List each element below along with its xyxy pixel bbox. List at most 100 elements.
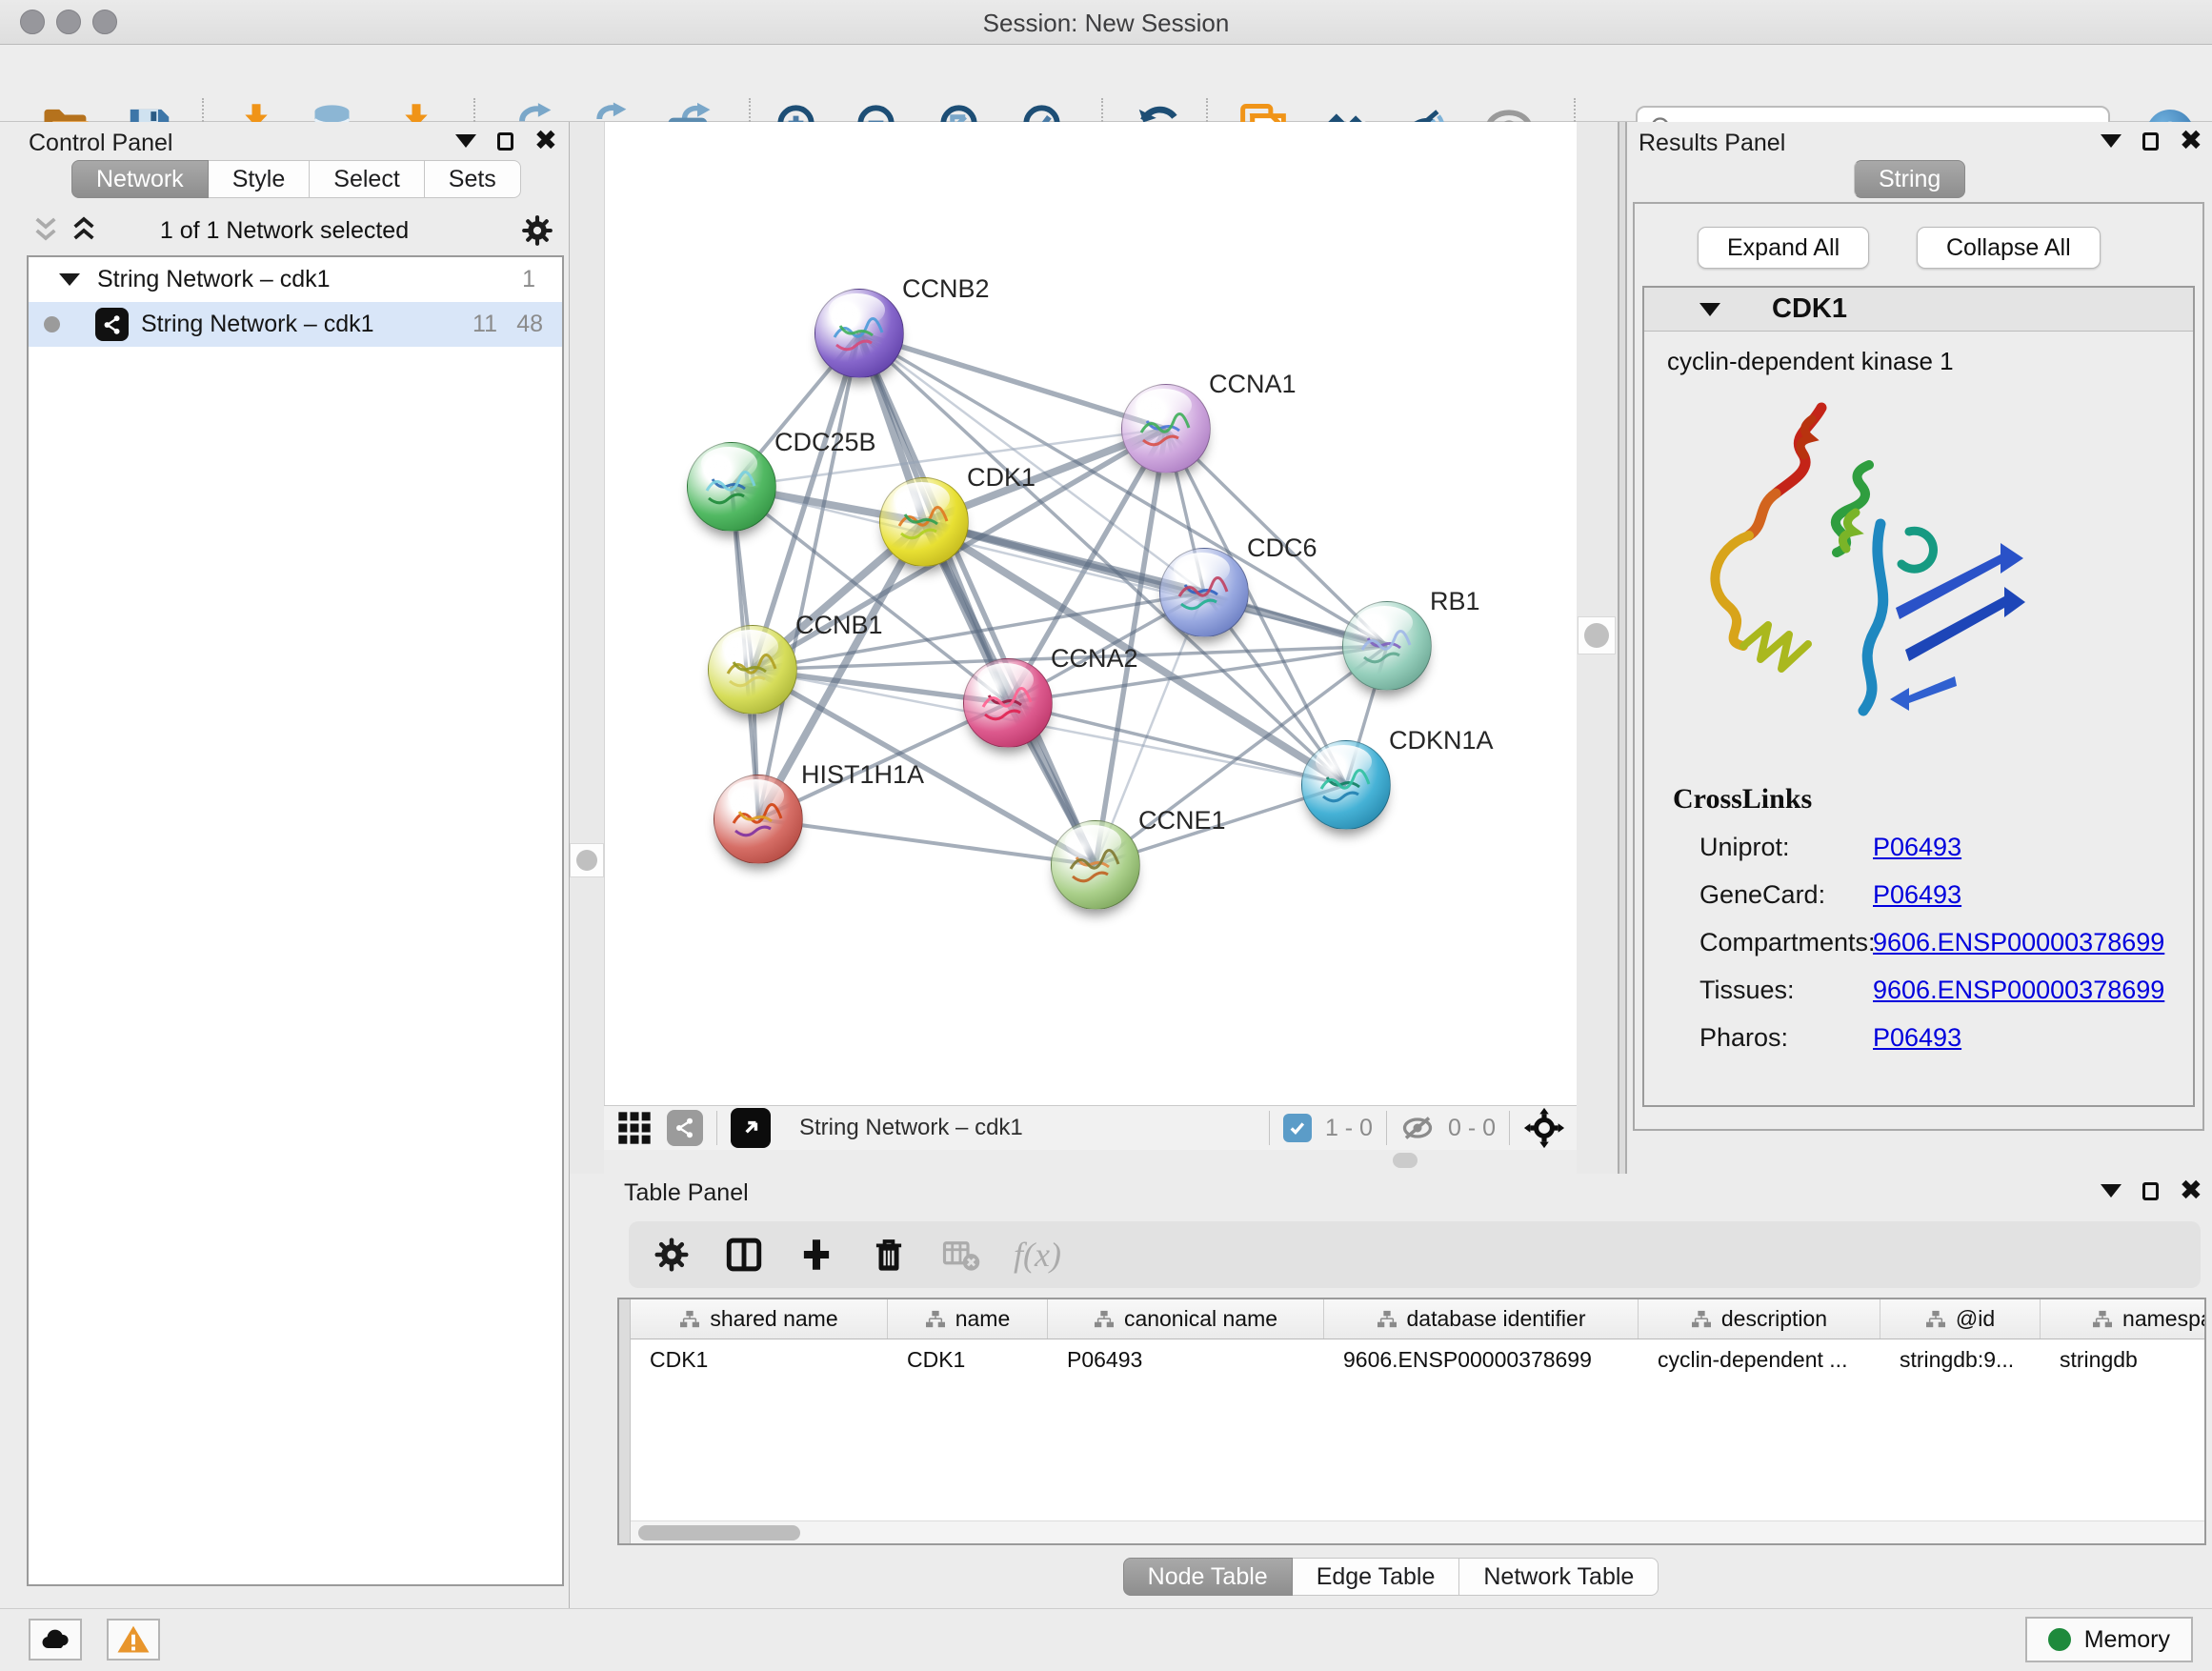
network-node-CCNB2[interactable] [814,289,904,378]
network-edge[interactable] [859,333,1166,429]
table-cell[interactable]: CDK1 [631,1339,888,1379]
column-header[interactable]: name [888,1299,1048,1339]
left-splitter[interactable] [570,122,604,1174]
row-gutter [619,1299,631,1543]
node-label-CCNB1: CCNB1 [795,611,883,640]
node-label-CCNA1: CCNA1 [1209,370,1297,399]
network-node-CDC25B[interactable] [687,442,776,532]
table-cell[interactable]: 9606.ENSP00000378699 [1324,1339,1639,1379]
control-panel-tabs: NetworkStyleSelectSets [71,160,521,198]
pan-crosshair-icon[interactable] [1523,1107,1565,1149]
table-cell[interactable]: cyclin-dependent ... [1639,1339,1880,1379]
crosslink-link[interactable]: P06493 [1873,833,1961,862]
network-node-CDKN1A[interactable] [1301,740,1391,830]
column-header[interactable]: description [1639,1299,1880,1339]
selected-count: 1 - 0 [1325,1115,1373,1142]
column-header[interactable]: database identifier [1324,1299,1639,1339]
crosslink-link[interactable]: P06493 [1873,1023,1961,1053]
network-node-CCNB1[interactable] [708,625,797,715]
selected-nodes-checkbox[interactable] [1283,1114,1312,1142]
panel-close-icon[interactable]: ✖ [2180,1181,2202,1200]
column-header[interactable]: canonical name [1048,1299,1324,1339]
panel-menu-icon[interactable] [455,134,476,148]
panel-float-icon[interactable] [2142,132,2159,151]
control-panel: Control Panel ✖ NetworkStyleSelectSets 1… [0,122,570,1608]
horizontal-scrollbar[interactable] [631,1520,2204,1543]
bottom-splitter-handle[interactable] [1393,1153,1418,1168]
network-node-CDC6[interactable] [1159,548,1249,637]
column-header[interactable]: shared name [631,1299,888,1339]
column-header[interactable]: namespace [2041,1299,2206,1339]
panel-close-icon[interactable]: ✖ [534,131,557,151]
tab-edge-table[interactable]: Edge Table [1293,1558,1460,1596]
crosslink-link[interactable]: 9606.ENSP00000378699 [1873,928,2164,957]
table-gear-icon[interactable] [652,1235,692,1275]
memory-label: Memory [2084,1626,2170,1654]
network-node-RB1[interactable] [1342,601,1432,691]
cloud-button[interactable] [29,1619,82,1661]
node-table: shared namenamecanonical namedatabase id… [617,1298,2206,1545]
grid-view-icon[interactable] [615,1109,654,1147]
results-splitter-bar[interactable] [1618,122,1627,1174]
network-canvas[interactable]: CCNB2CCNA1CDC25BCDK1CDC6RB1CCNB1CCNA2CDK… [604,122,1577,1105]
crosslink-link[interactable]: P06493 [1873,880,1961,910]
tree-network-row-selected[interactable]: String Network – cdk11148 [29,302,562,347]
table-cell[interactable]: stringdb:9... [1880,1339,2041,1379]
node-label-CDC6: CDC6 [1247,534,1317,563]
collapse-all-button[interactable]: Collapse All [1917,227,2101,269]
node-label-CCNB2: CCNB2 [902,274,990,304]
tab-node-table[interactable]: Node Table [1123,1558,1293,1596]
splitter-handle[interactable] [1578,616,1616,654]
tab-sets[interactable]: Sets [425,160,521,198]
tab-select[interactable]: Select [310,160,424,198]
cloud-icon [38,1622,72,1657]
memory-button[interactable]: Memory [2025,1617,2193,1662]
panel-close-icon[interactable]: ✖ [2180,131,2202,151]
gene-description: cyclin-dependent kinase 1 [1667,347,2193,376]
crosslink-link[interactable]: 9606.ENSP00000378699 [1873,976,2164,1005]
panel-menu-icon[interactable] [2101,1184,2122,1198]
warnings-button[interactable] [107,1619,160,1661]
titlebar: Session: New Session [0,0,2212,45]
scrollbar-thumb[interactable] [638,1525,800,1540]
network-node-HIST1H1A[interactable] [714,775,803,864]
tab-network-table[interactable]: Network Table [1459,1558,1659,1596]
table-cell[interactable]: stringdb [2041,1339,2206,1379]
panel-float-icon[interactable] [497,132,513,151]
network-view-footer: String Network – cdk1 1 - 0 0 - 0 [604,1105,1577,1150]
show-columns-icon[interactable] [724,1235,764,1275]
network-node-CCNA2[interactable] [963,658,1053,748]
column-header[interactable]: @id [1880,1299,2041,1339]
tree-root-row[interactable]: String Network – cdk11 [29,257,562,302]
network-share-view-icon[interactable] [667,1110,703,1146]
table-row[interactable]: CDK1CDK1P064939606.ENSP00000378699cyclin… [631,1339,2204,1379]
network-node-CDK1[interactable] [879,477,969,567]
birds-eye-view-icon[interactable] [731,1108,771,1148]
expand-all-button[interactable]: Expand All [1698,227,1869,269]
memory-status-dot [2048,1628,2071,1651]
splitter-handle[interactable] [570,843,604,877]
network-node-CCNE1[interactable] [1051,820,1140,910]
tab-network[interactable]: Network [71,160,209,198]
crosslinks-list: Uniprot:P06493GeneCard:P06493Compartment… [1644,823,2193,1061]
crosslink-row: GeneCard:P06493 [1644,871,2193,918]
tab-string[interactable]: String [1854,160,1965,198]
gene-card-header[interactable]: CDK1 [1644,288,2193,332]
add-column-icon[interactable] [796,1235,836,1275]
network-selected-status: 1 of 1 Network selected [0,217,569,245]
string-app-icon [95,308,129,341]
table-cell[interactable]: CDK1 [888,1339,1048,1379]
crosslink-row: Compartments:9606.ENSP00000378699 [1644,918,2193,966]
tab-style[interactable]: Style [209,160,311,198]
panel-menu-icon[interactable] [2101,134,2122,148]
crosslink-row: Uniprot:P06493 [1644,823,2193,871]
gear-icon[interactable] [519,212,555,249]
right-splitter[interactable] [1577,122,1618,1174]
network-edge[interactable] [758,819,1096,865]
table-cell[interactable]: P06493 [1048,1339,1324,1379]
delete-column-trash-icon[interactable] [869,1235,909,1275]
crosslink-row: Tissues:9606.ENSP00000378699 [1644,966,2193,1014]
network-node-CCNA1[interactable] [1121,384,1211,473]
collapse-gene-icon[interactable] [1699,303,1720,316]
panel-float-icon[interactable] [2142,1182,2159,1200]
